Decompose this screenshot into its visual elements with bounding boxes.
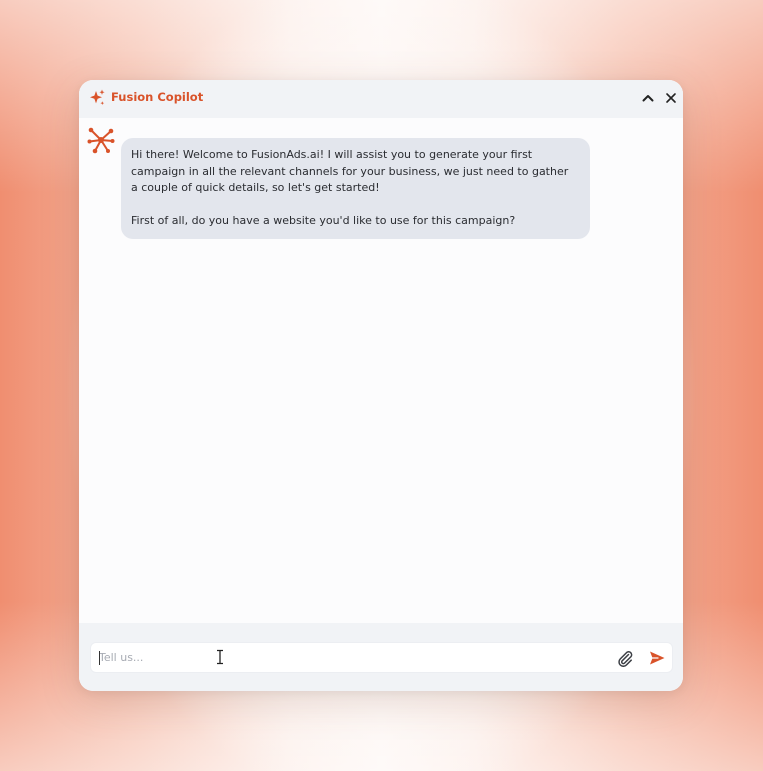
- message-paragraph: Hi there! Welcome to FusionAds.ai! I wil…: [131, 148, 569, 194]
- send-icon[interactable]: [648, 649, 666, 667]
- close-icon[interactable]: [663, 90, 679, 106]
- composer-bar: [79, 623, 683, 691]
- text-caret: [99, 651, 100, 665]
- message-input-box[interactable]: [90, 642, 673, 673]
- chevron-up-icon[interactable]: [640, 90, 656, 106]
- sparkle-icon: [90, 89, 105, 105]
- ibeam-cursor-icon: [217, 649, 223, 665]
- window-header: Fusion Copilot: [79, 80, 683, 118]
- paperclip-icon[interactable]: [616, 649, 634, 667]
- message-input[interactable]: [99, 643, 609, 672]
- message-paragraph: First of all, do you have a website you'…: [131, 213, 516, 227]
- copilot-window: Fusion Copilot Hi there! Welcome to Fusi…: [79, 80, 683, 691]
- bot-message-bubble: Hi there! Welcome to FusionAds.ai! I wil…: [121, 138, 590, 239]
- chat-messages[interactable]: Hi there! Welcome to FusionAds.ai! I wil…: [79, 118, 683, 623]
- network-node-icon: [87, 127, 115, 154]
- window-title: Fusion Copilot: [111, 90, 204, 104]
